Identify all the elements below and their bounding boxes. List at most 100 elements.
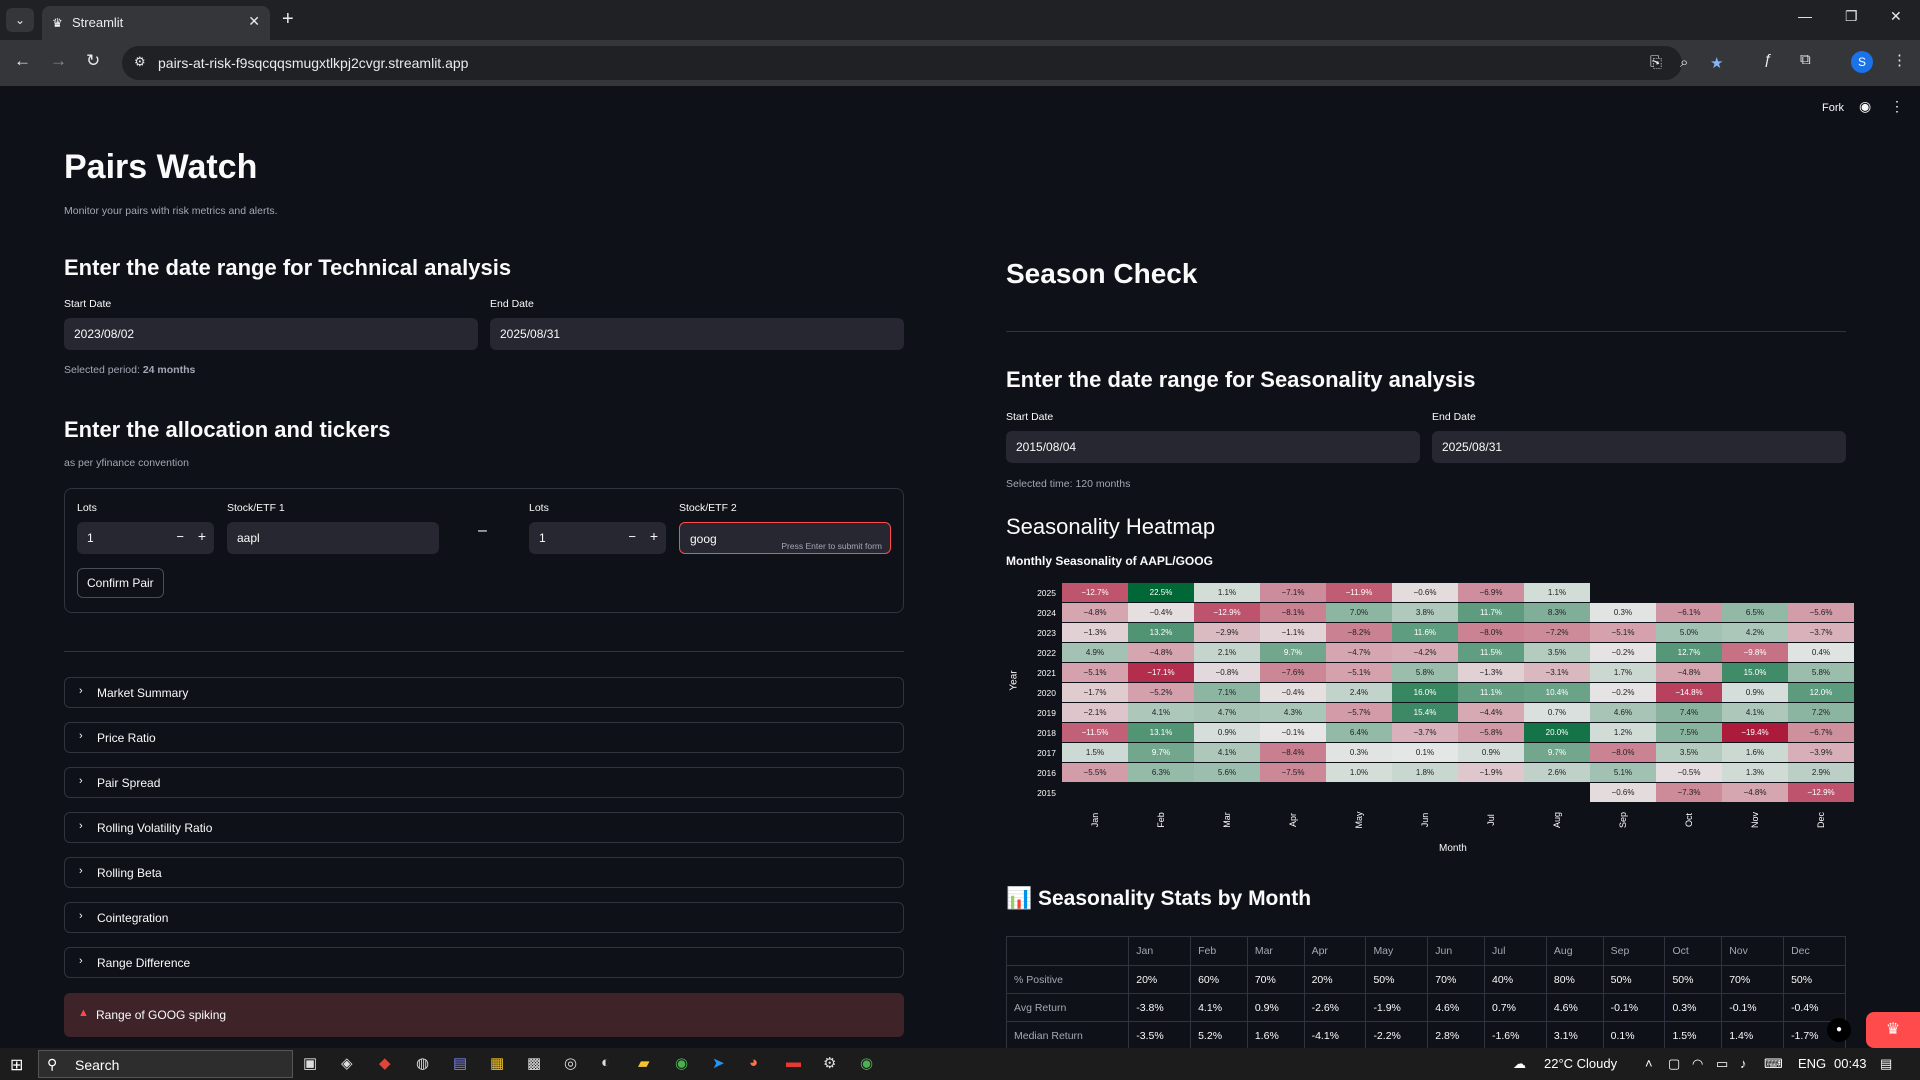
heatmap-cell: 4.6%	[1590, 703, 1656, 722]
notifications-icon[interactable]: ▤	[1880, 1056, 1892, 1072]
lots1-decrement-icon[interactable]: −	[176, 529, 184, 544]
app-menu-icon[interactable]: ⋮	[1890, 98, 1904, 115]
heatmap-cell: 9.7%	[1128, 743, 1194, 762]
app-grid-icon[interactable]: ▩	[527, 1054, 541, 1072]
minimize-icon[interactable]: —	[1798, 8, 1812, 24]
forward-icon[interactable]: →	[50, 51, 67, 71]
app-green-icon[interactable]: ◍	[416, 1054, 429, 1072]
lots2-decrement-icon[interactable]: −	[628, 529, 636, 544]
browser-menu-icon[interactable]: ⋮	[1892, 51, 1907, 69]
keyboard-icon[interactable]: ⌨	[1764, 1056, 1783, 1072]
app-cloud-icon[interactable]: ◐	[601, 1054, 610, 1071]
clock[interactable]: 00:43	[1834, 1056, 1867, 1071]
weather-text[interactable]: 22°C Cloudy	[1544, 1056, 1617, 1071]
taskbar-search[interactable]: ⚲ Search	[38, 1050, 293, 1078]
browser-tab[interactable]: ♛ Streamlit ✕	[42, 6, 270, 40]
tray-chevron-icon[interactable]: ˄	[1645, 1056, 1653, 1071]
stats-cell: 80%	[1545, 965, 1604, 994]
app-yellow-icon[interactable]: ▦	[490, 1054, 504, 1072]
lots1-increment-icon[interactable]: +	[198, 528, 206, 544]
heatmap-cell: −4.7%	[1326, 643, 1392, 662]
teams-icon[interactable]: ▤	[453, 1054, 467, 1072]
season-end-date-input[interactable]: 2025/08/31	[1432, 431, 1846, 463]
selected-period-value: 24 months	[142, 364, 196, 376]
stock1-input[interactable]: aapl	[227, 522, 439, 554]
heatmap-month-label: Sep	[1618, 812, 1628, 829]
stats-col-header: Dec	[1783, 936, 1846, 966]
tab-title: Streamlit	[72, 15, 124, 30]
heatmap-cell: 2.9%	[1788, 763, 1854, 782]
extension-fx-icon[interactable]: ƒ	[1764, 51, 1772, 68]
battery-icon[interactable]: ▭	[1716, 1056, 1728, 1072]
restore-icon[interactable]: ❐	[1845, 8, 1858, 25]
reload-icon[interactable]: ↻	[86, 51, 100, 71]
install-app-icon[interactable]: ⎘	[1650, 54, 1662, 71]
firefox-icon[interactable]: ◕	[749, 1054, 758, 1071]
github-icon[interactable]: ◉	[1859, 98, 1871, 115]
lots2-input[interactable]: 1 − +	[529, 522, 666, 554]
app-arrow-icon[interactable]: ➤	[712, 1054, 725, 1072]
expander-cointegration[interactable]: › Cointegration	[64, 902, 904, 933]
copilot-icon[interactable]: ◈	[341, 1054, 353, 1072]
tray-app-icon[interactable]: ▢	[1668, 1056, 1680, 1072]
new-tab-icon[interactable]: +	[282, 8, 294, 31]
stats-row-header: Avg Return	[1005, 993, 1130, 1022]
alert-text: Range of GOOG spiking	[96, 1008, 227, 1022]
expander-price-ratio[interactable]: › Price Ratio	[64, 722, 904, 753]
expander-market-summary[interactable]: › Market Summary	[64, 677, 904, 708]
stats-cell: 70%	[1721, 965, 1785, 994]
heatmap-title: Monthly Seasonality of AAPL/GOOG	[1006, 554, 1213, 568]
record-icon[interactable]: ●	[1827, 1018, 1851, 1042]
chrome-active-icon[interactable]: ◉	[860, 1054, 873, 1072]
settings-icon[interactable]: ⚙	[823, 1054, 836, 1072]
heatmap-cell: −8.1%	[1260, 603, 1326, 622]
window-close-icon[interactable]: ✕	[1890, 8, 1902, 25]
file-explorer-icon[interactable]: ▰	[638, 1054, 650, 1072]
heatmap-cell: 9.7%	[1260, 643, 1326, 662]
profile-avatar[interactable]: S	[1851, 51, 1873, 73]
stats-cell: 1.5%	[1664, 1021, 1723, 1048]
zoom-icon[interactable]: ⌕	[1680, 54, 1688, 71]
confirm-pair-button[interactable]: Confirm Pair	[77, 568, 164, 598]
heatmap-cell: 1.6%	[1722, 743, 1788, 762]
fork-button[interactable]: Fork	[1822, 102, 1844, 114]
heatmap-year-label: 2015	[1037, 788, 1056, 798]
heatmap-cell: 1.2%	[1590, 723, 1656, 742]
tab-search-button[interactable]: ⌄	[6, 8, 34, 32]
season-start-date-input[interactable]: 2015/08/04	[1006, 431, 1420, 463]
stats-cell: -1.6%	[1484, 1021, 1547, 1048]
tab-close-icon[interactable]: ✕	[248, 13, 260, 30]
heatmap-cell: −4.8%	[1062, 603, 1128, 622]
chrome-icon[interactable]: ◉	[675, 1054, 688, 1072]
volume-icon[interactable]: ♪	[1740, 1056, 1747, 1071]
bookmark-star-icon[interactable]: ★	[1710, 54, 1723, 72]
expander-label: Market Summary	[97, 686, 189, 700]
expander-range-difference[interactable]: › Range Difference	[64, 947, 904, 978]
heatmap-cell: 11.7%	[1458, 603, 1524, 622]
windows-start-icon[interactable]: ⊞	[10, 1055, 23, 1075]
streamlit-manage-app-icon[interactable]: ♛	[1866, 1012, 1920, 1048]
app-diamond-icon[interactable]: ◆	[379, 1054, 391, 1072]
app-red-icon[interactable]: ▬	[786, 1054, 801, 1071]
address-bar[interactable]: ⚙ pairs-at-risk-f9sqcqqsmugxtlkpj2cvgr.s…	[122, 46, 1723, 80]
expander-pair-spread[interactable]: › Pair Spread	[64, 767, 904, 798]
language-indicator[interactable]: ENG	[1798, 1056, 1826, 1071]
lots2-label: Lots	[529, 502, 549, 514]
back-icon[interactable]: ←	[14, 51, 31, 71]
heatmap-cell: −2.9%	[1194, 623, 1260, 642]
expander-rolling-volatility[interactable]: › Rolling Volatility Ratio	[64, 812, 904, 843]
site-info-icon[interactable]: ⚙	[134, 54, 146, 70]
stats-cell: 60%	[1190, 965, 1248, 994]
stats-col-header: Feb	[1190, 936, 1248, 966]
app-cube-icon[interactable]: ◎	[564, 1054, 577, 1072]
expander-rolling-beta[interactable]: › Rolling Beta	[64, 857, 904, 888]
lots1-input[interactable]: 1 − +	[77, 522, 214, 554]
wifi-icon[interactable]: ◠	[1692, 1056, 1703, 1072]
task-view-icon[interactable]: ▣	[303, 1054, 317, 1072]
extensions-icon[interactable]: ⧉	[1800, 51, 1811, 68]
tech-start-date-input[interactable]: 2023/08/02	[64, 318, 478, 350]
stock2-input[interactable]: goog Press Enter to submit form	[679, 522, 891, 554]
weather-icon[interactable]: ☁	[1513, 1056, 1526, 1072]
tech-end-date-input[interactable]: 2025/08/31	[490, 318, 904, 350]
lots2-increment-icon[interactable]: +	[650, 528, 658, 544]
